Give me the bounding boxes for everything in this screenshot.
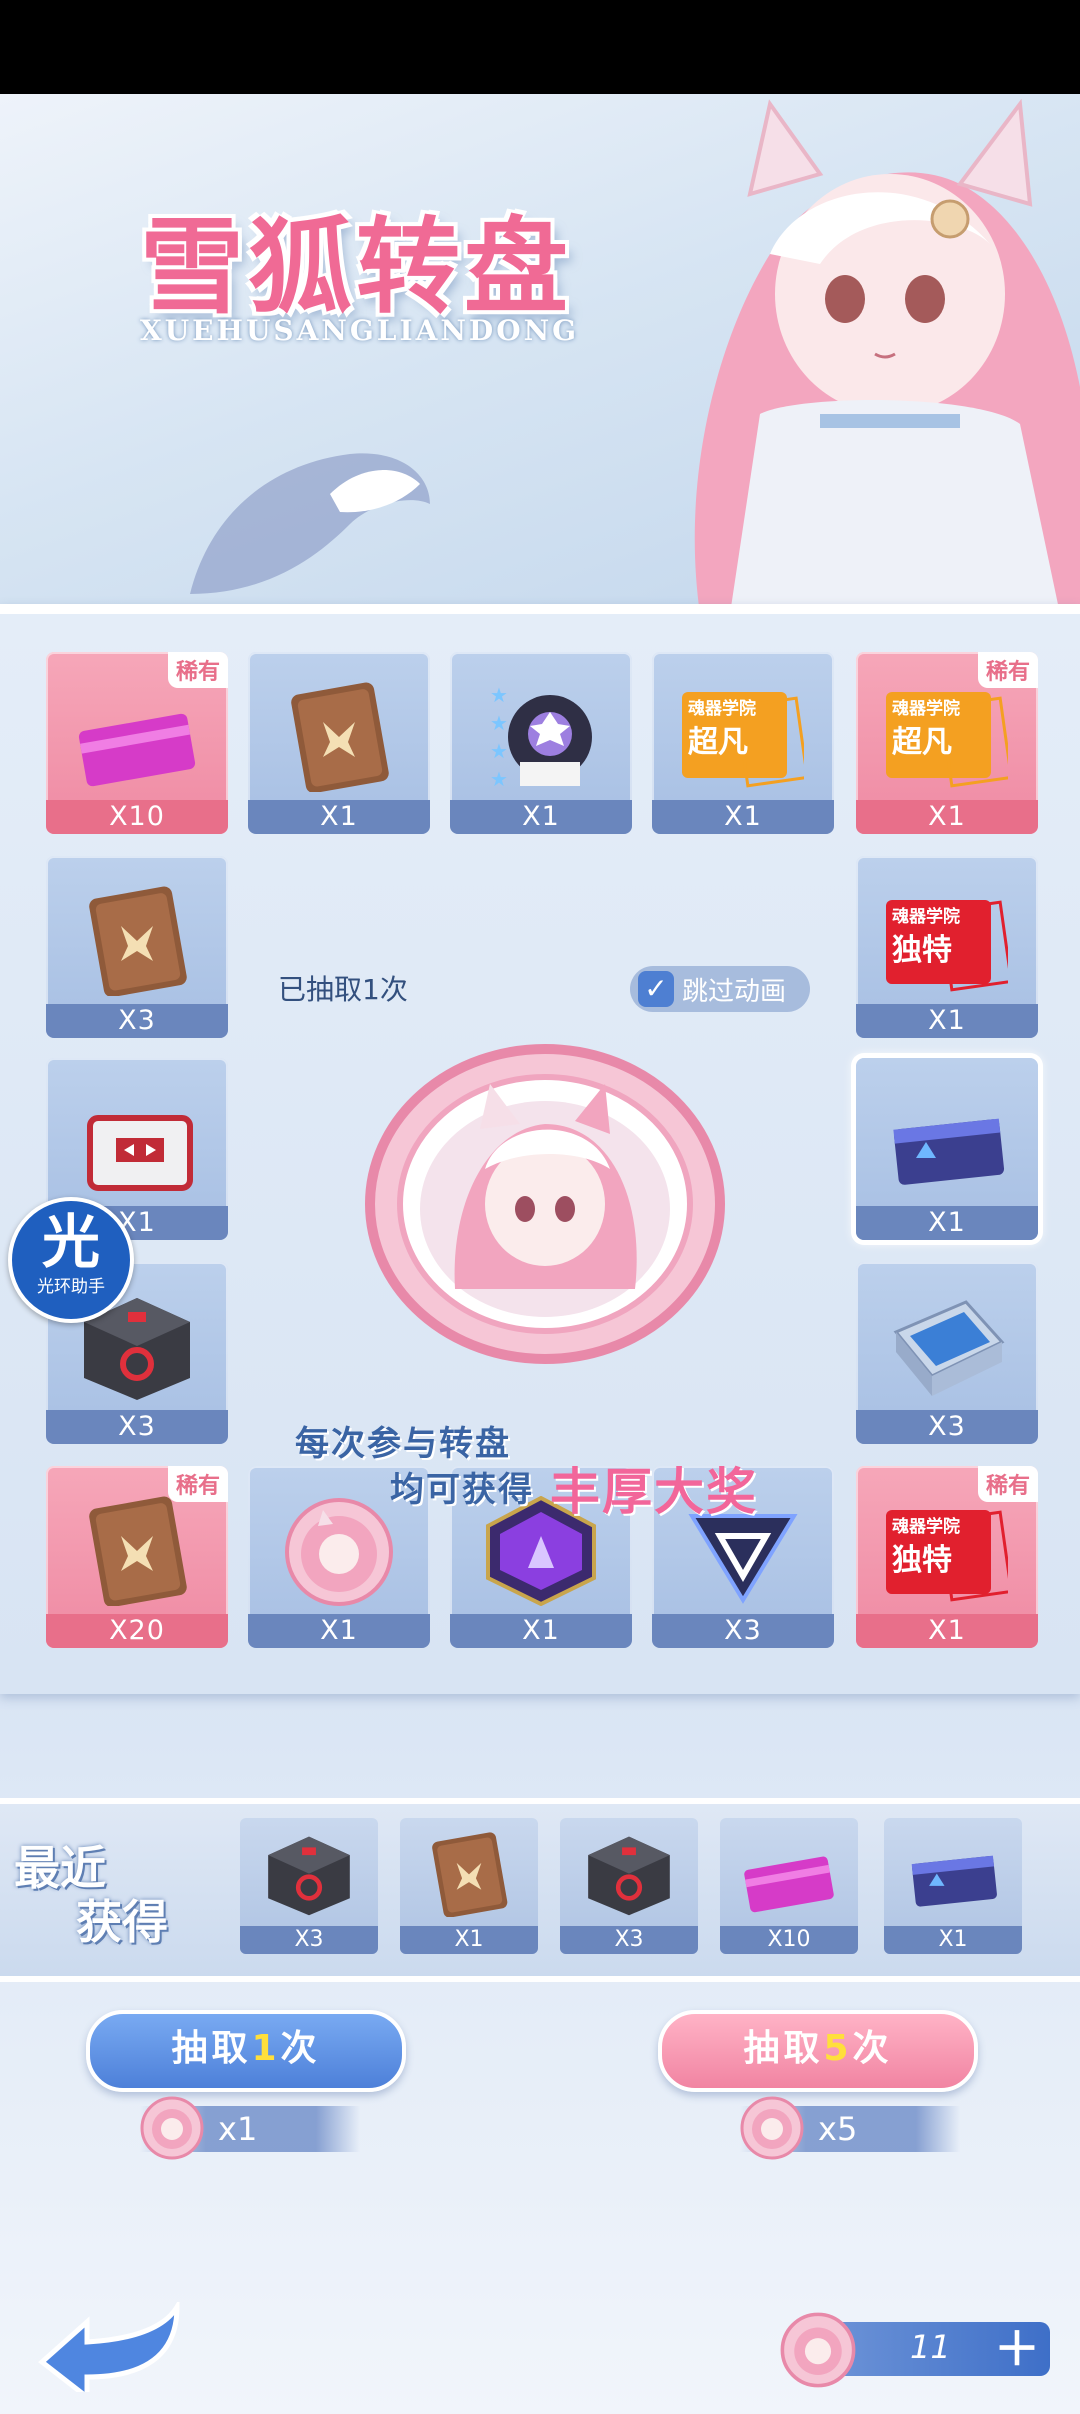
recent-item: X3: [560, 1818, 698, 1954]
item-quantity: X1: [856, 800, 1038, 834]
add-coin-button[interactable]: ＋: [994, 2322, 1040, 2376]
chocolate-token-icon: [76, 886, 198, 998]
roulette-cell: 稀有 X10: [46, 652, 228, 834]
chocolate-token-icon: [76, 1496, 198, 1608]
coin-count: 11: [910, 2328, 951, 2366]
fox-coin-large-icon: [365, 1044, 725, 1364]
center-panel: [252, 456, 828, 1016]
svg-text:魂器学院: 魂器学院: [892, 698, 960, 719]
item-quantity: X1: [856, 1206, 1038, 1240]
pink-card-icon: [742, 1832, 836, 1920]
recent-item-quantity: X3: [240, 1926, 378, 1954]
fox-coin-icon: [780, 2312, 856, 2388]
pink-card-icon: [76, 682, 198, 792]
item-quantity: X1: [856, 1004, 1038, 1038]
blue-folder-card-icon: [906, 1832, 1000, 1920]
roulette-cell: X1: [856, 1058, 1038, 1240]
draw-five-cost-value: x5: [818, 2110, 858, 2148]
drawn-count: 已抽取1次: [278, 973, 408, 1006]
draw-once-prefix: 抽取: [171, 2028, 252, 2069]
rare-badge: 稀有: [977, 652, 1038, 688]
draw-once-cost: x1: [110, 2096, 360, 2160]
fox-coin-icon: [740, 2096, 804, 2160]
item-quantity: X3: [46, 1410, 228, 1444]
draw-five-button[interactable]: 抽取5次: [658, 2010, 978, 2092]
recent-item-quantity: X1: [400, 1926, 538, 1954]
coin-counter: 11 ＋: [780, 2312, 1050, 2388]
draw-five-count: 5: [823, 2028, 853, 2069]
draw-five-cost: x5: [710, 2096, 960, 2160]
helper-glyph: 光: [41, 1208, 100, 1276]
game-logo: 雪狐转盘 XUEHUSANGLIANDONG: [110, 182, 690, 382]
rare-badge: 稀有: [167, 652, 228, 688]
recent-item-quantity: X1: [884, 1926, 1022, 1954]
item-quantity: X10: [46, 800, 228, 834]
red-unique-card-icon: 魂器学院 独特: [886, 886, 1013, 996]
roulette-cell: X3: [856, 1262, 1038, 1444]
back-arrow-icon[interactable]: [32, 2302, 182, 2392]
draw-once-suffix: 次: [280, 2028, 321, 2069]
item-quantity: X1: [248, 1614, 430, 1648]
reward-chest-icon: [76, 1088, 198, 1198]
promo-line-2: 均可获得: [390, 1470, 534, 1510]
checkbox-checked-icon[interactable]: ✓: [638, 971, 674, 1007]
svg-text:独特: 独特: [892, 933, 952, 968]
roulette-cell: 魂器学院独特 X1: [856, 856, 1038, 1038]
draw-once-cost-value: x1: [218, 2110, 258, 2148]
page-title: 雪狐转盘: [140, 205, 573, 328]
roulette-cell: 稀有 X20: [46, 1466, 228, 1648]
chocolate-token-icon: [422, 1832, 516, 1920]
fox-coin-icon: [278, 1496, 400, 1606]
recent-item: X3: [240, 1818, 378, 1954]
svg-text:魂器学院: 魂器学院: [892, 906, 960, 927]
draw-five-prefix: 抽取: [743, 2028, 824, 2069]
item-quantity: X3: [46, 1004, 228, 1038]
roulette-cell: 魂器学院 独特 稀有 X1: [856, 1466, 1038, 1648]
draw-five-suffix: 次: [852, 2028, 893, 2069]
recent-item: X10: [720, 1818, 858, 1954]
dark-cube-icon: [262, 1832, 356, 1920]
recent-item-quantity: X10: [720, 1926, 858, 1954]
recent-item-quantity: X3: [560, 1926, 698, 1954]
promo-line-1: 每次参与转盘: [295, 1424, 511, 1464]
item-quantity: X1: [450, 1614, 632, 1648]
skip-animation-toggle[interactable]: ✓ 跳过动画: [630, 966, 810, 1012]
draw-once-count: 1: [251, 2028, 281, 2069]
roulette-cell: 魂器学院 超凡 稀有 X1: [856, 652, 1038, 834]
item-quantity: X20: [46, 1614, 228, 1648]
svg-text:魂器学院: 魂器学院: [892, 1516, 960, 1537]
recent-label-line2: 获得: [76, 1895, 168, 1949]
roulette-cell: X3: [46, 856, 228, 1038]
helper-label: 光环助手: [37, 1277, 105, 1297]
dark-cube-icon: [582, 1832, 676, 1920]
blue-case-icon: [886, 1292, 1008, 1402]
item-quantity: X3: [856, 1410, 1038, 1444]
red-unique-card-icon: 魂器学院 独特: [886, 1496, 1013, 1606]
skip-animation-label: 跳过动画: [682, 976, 787, 1007]
item-quantity: X1: [856, 1614, 1038, 1648]
recent-item: X1: [884, 1818, 1022, 1954]
svg-text:超凡: 超凡: [892, 725, 952, 760]
draw-once-button[interactable]: 抽取1次: [86, 2010, 406, 2092]
orange-super-card-icon: 魂器学院 超凡: [886, 682, 1013, 792]
helper-floating-button[interactable]: 光 光环助手: [8, 1197, 134, 1323]
blue-folder-card-icon: [886, 1088, 1008, 1198]
svg-text:独特: 独特: [892, 1543, 952, 1578]
stage: 雪狐转盘 XUEHUSANGLIANDONG 稀有 X10 X1 ★ ★ ★ ★ X1 魂器学院…: [0, 94, 1080, 2414]
recent-item: X1: [400, 1818, 538, 1954]
rare-badge: 稀有: [167, 1466, 228, 1502]
item-quantity: X3: [652, 1614, 834, 1648]
rare-badge: 稀有: [977, 1466, 1038, 1502]
page-subtitle: XUEHUSANGLIANDONG: [140, 314, 580, 347]
fox-coin-icon: [140, 2096, 204, 2160]
promo-highlight: 丰厚大奖: [550, 1463, 758, 1521]
